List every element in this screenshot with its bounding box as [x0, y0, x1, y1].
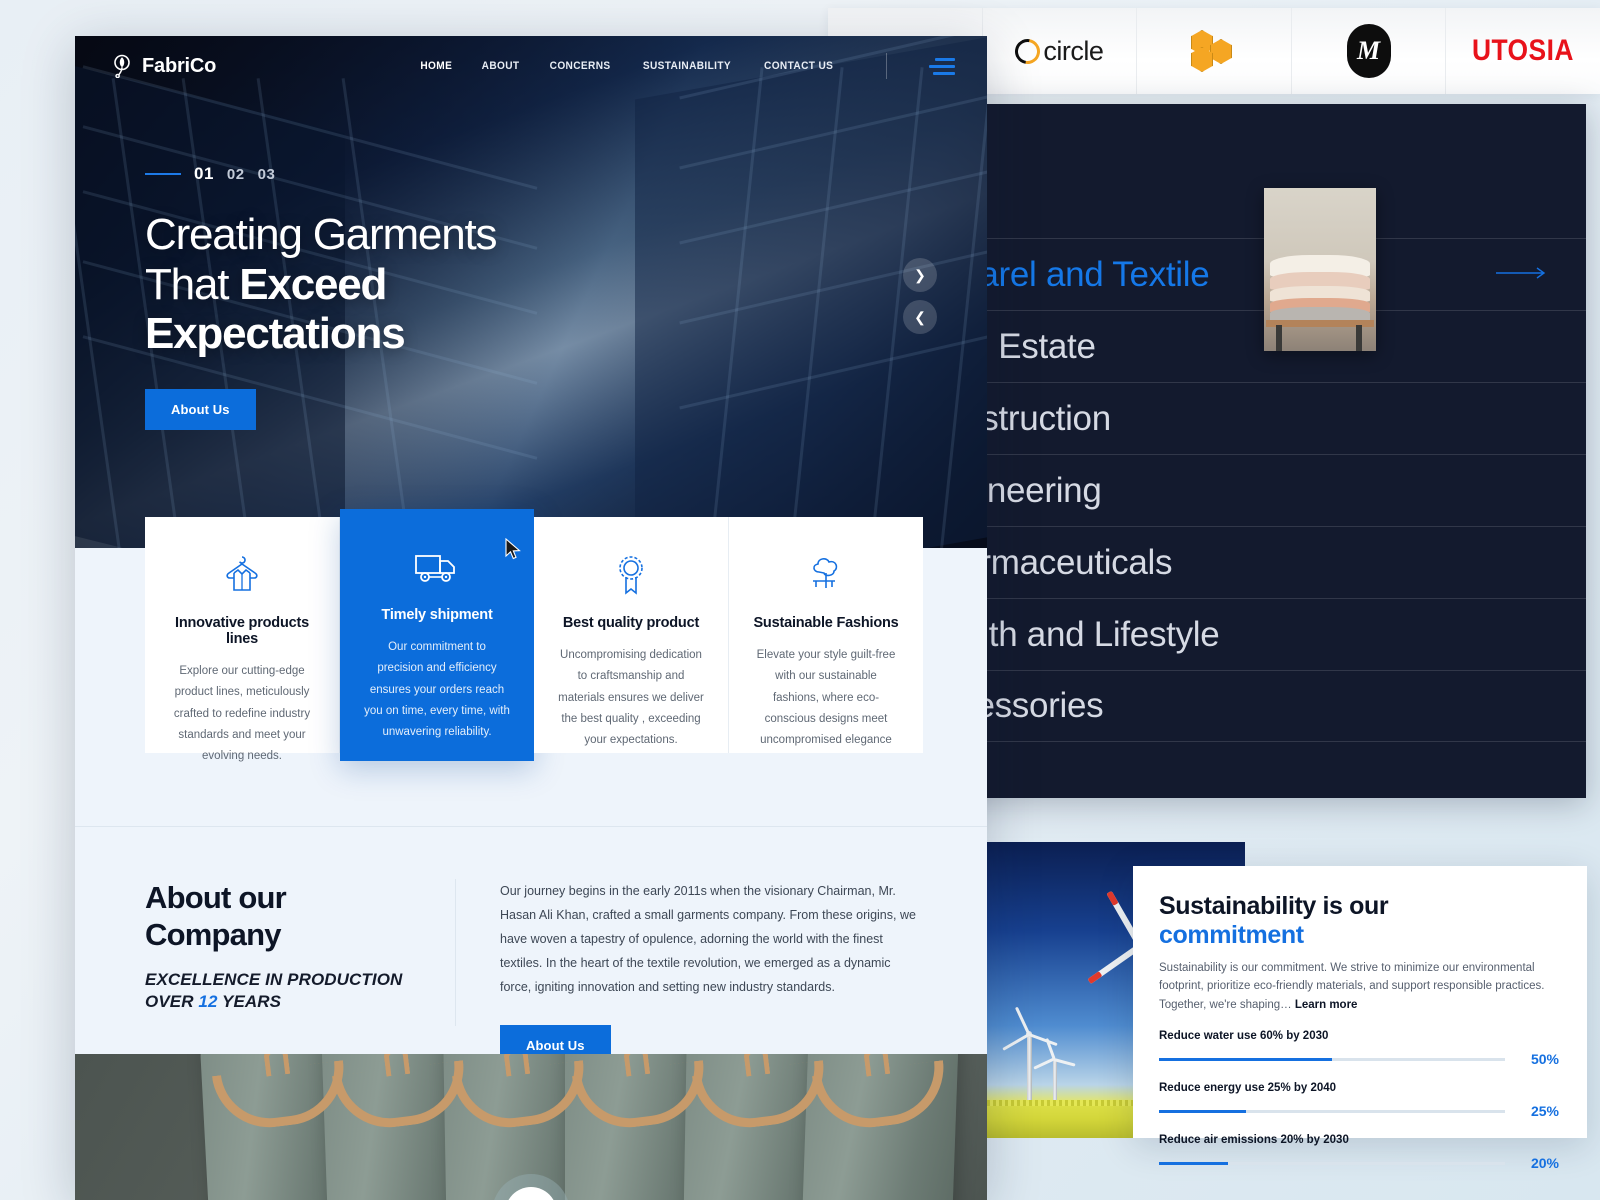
goal-progress-track: [1159, 1057, 1505, 1061]
feature-body: Elevate your style guilt-free with our s…: [756, 649, 896, 747]
honeycomb-logo-icon: [1190, 30, 1237, 72]
about-heading: About our Company: [145, 879, 421, 953]
tree-icon: [753, 553, 899, 597]
goal-label: Reduce energy use 25% by 2040: [1159, 1082, 1337, 1095]
sustainability-goal: Reduce water use 60% by 2030 50%: [1159, 1030, 1559, 1067]
partner-logo-mbadge[interactable]: M: [1292, 8, 1447, 94]
goal-progress-track: [1159, 1109, 1505, 1113]
hero-headline-line2-bold: Exceed: [239, 259, 387, 309]
website-page: FabriCo HOME ABOUT CONCERNS SUSTAINABILI…: [75, 36, 987, 1200]
delivery-truck-icon: [364, 545, 510, 589]
about-heading-line2: Company: [145, 917, 281, 953]
slide-number-02[interactable]: 02: [227, 166, 245, 183]
site-header: FabriCo HOME ABOUT CONCERNS SUSTAINABILI…: [75, 36, 987, 96]
feature-title: Timely shipment: [381, 607, 493, 623]
brand-name: FabriCo: [142, 54, 217, 77]
slide-number-01[interactable]: 01: [194, 164, 214, 184]
hero-headline-line1: Creating Garments: [145, 210, 498, 259]
award-ribbon-icon: [558, 553, 704, 597]
about-subheading: EXCELLENCE IN PRODUCTION OVER 12 YEARS: [145, 969, 421, 1013]
goal-percent: 20%: [1530, 1155, 1559, 1172]
carousel-next-icon[interactable]: ❯: [903, 258, 937, 292]
hero-headline-line3: Expectations: [145, 309, 406, 359]
main-navigation: HOME ABOUT CONCERNS SUSTAINABILITY CONTA…: [419, 53, 955, 79]
circle-logo-text: circle: [1043, 35, 1104, 66]
about-heading-line1: About our: [145, 880, 287, 915]
feature-cards: Innovative products lines Explore our cu…: [145, 509, 923, 762]
about-left-column: About our Company EXCELLENCE IN PRODUCTI…: [145, 879, 455, 1026]
goal-progress-fill: [1159, 1109, 1246, 1113]
goal-label: Reduce water use 60% by 2030: [1159, 1030, 1329, 1043]
goal-percent: 50%: [1530, 1051, 1559, 1068]
hero-about-us-button[interactable]: About Us: [145, 389, 256, 431]
hero-headline-line2-plain: That: [145, 259, 240, 309]
brand-logo[interactable]: FabriCo: [111, 54, 216, 78]
goal-label: Reduce air emissions 20% by 2030: [1159, 1134, 1349, 1147]
hero-headline: Creating Garments That Exceed Expectatio…: [145, 210, 987, 359]
nav-item-sustainability[interactable]: SUSTAINABILITY: [643, 60, 731, 72]
sustainability-title: Sustainability is our commitment: [1159, 892, 1559, 950]
sustainability-goal: Reduce air emissions 20% by 2030 20%: [1159, 1134, 1559, 1171]
sustainability-body: Sustainability is our commitment. We str…: [1159, 959, 1559, 1016]
feature-card-best-quality-product[interactable]: Best quality product Uncompromising dedi…: [534, 517, 729, 753]
cotton-flower-icon: [114, 54, 130, 78]
circle-logo-ring-icon: [1010, 33, 1046, 69]
sustainability-goal: Reduce energy use 25% by 2040 25%: [1159, 1082, 1559, 1119]
nav-item-contact-us[interactable]: CONTACT US: [764, 60, 833, 72]
nav-item-home[interactable]: HOME: [420, 60, 452, 72]
feature-body: Explore our cutting-edge product lines, …: [173, 665, 311, 763]
feature-title: Innovative products lines: [175, 615, 309, 647]
goal-percent: 25%: [1530, 1103, 1559, 1120]
feature-title: Sustainable Fashions: [753, 615, 899, 631]
m-badge-logo-text: M: [1346, 24, 1391, 78]
shirt-hanger-icon: [169, 553, 315, 597]
learn-more-link[interactable]: Learn more: [1295, 999, 1358, 1011]
utosia-logo-text: UTOSIA: [1472, 34, 1575, 67]
partner-logo-circle[interactable]: circle: [983, 8, 1138, 94]
play-button-inner: [505, 1187, 557, 1200]
sustainability-title-line2: commitment: [1159, 920, 1304, 949]
carousel-prev-icon[interactable]: ❮: [903, 300, 937, 334]
slide-number-03[interactable]: 03: [258, 166, 276, 183]
hero-section: FabriCo HOME ABOUT CONCERNS SUSTAINABILI…: [75, 36, 987, 548]
goal-progress-track: [1159, 1161, 1505, 1165]
hero-content: 01 02 03 Creating Garments That Exceed E…: [75, 96, 987, 431]
nav-item-concerns[interactable]: CONCERNS: [549, 60, 610, 72]
industry-thumbnail-folded-textiles: [1264, 188, 1376, 351]
sustainability-section: Sustainability is our commitment Sustain…: [987, 842, 1587, 1171]
mouse-cursor: [505, 538, 521, 560]
about-subheading-years: 12: [198, 992, 218, 1012]
goal-progress-fill: [1159, 1057, 1332, 1061]
sustainability-card: Sustainability is our commitment Sustain…: [1133, 866, 1587, 1171]
feature-title: Best quality product: [562, 615, 700, 631]
about-subheading-post: YEARS: [217, 992, 282, 1012]
feature-card-innovative-products-lines[interactable]: Innovative products lines Explore our cu…: [145, 517, 340, 762]
feature-body: Uncompromising dedication to craftsmansh…: [558, 649, 704, 747]
feature-body: Our commitment to precision and efficien…: [364, 641, 510, 739]
sustainability-title-line1: Sustainability is our: [1159, 892, 1389, 920]
nav-divider: [886, 53, 887, 79]
partner-logo-utosia[interactable]: UTOSIA: [1446, 8, 1600, 94]
video-section: [75, 1054, 987, 1200]
nav-item-about[interactable]: ABOUT: [481, 60, 519, 72]
arrow-right-icon: [1496, 266, 1548, 284]
feature-card-sustainable-fashions[interactable]: Sustainable Fashions Elevate your style …: [729, 517, 923, 753]
about-right-column: Our journey begins in the early 2011s wh…: [455, 879, 917, 1066]
goal-progress-fill: [1159, 1161, 1229, 1165]
hero-slide-indicators: 01 02 03: [145, 164, 987, 184]
partner-logo-honeycomb[interactable]: [1137, 8, 1292, 94]
about-section: About our Company EXCELLENCE IN PRODUCTI…: [75, 826, 987, 1066]
active-slide-dash: [145, 173, 181, 175]
about-paragraph: Our journey begins in the early 2011s wh…: [500, 884, 916, 994]
hamburger-menu-icon[interactable]: [929, 57, 955, 75]
